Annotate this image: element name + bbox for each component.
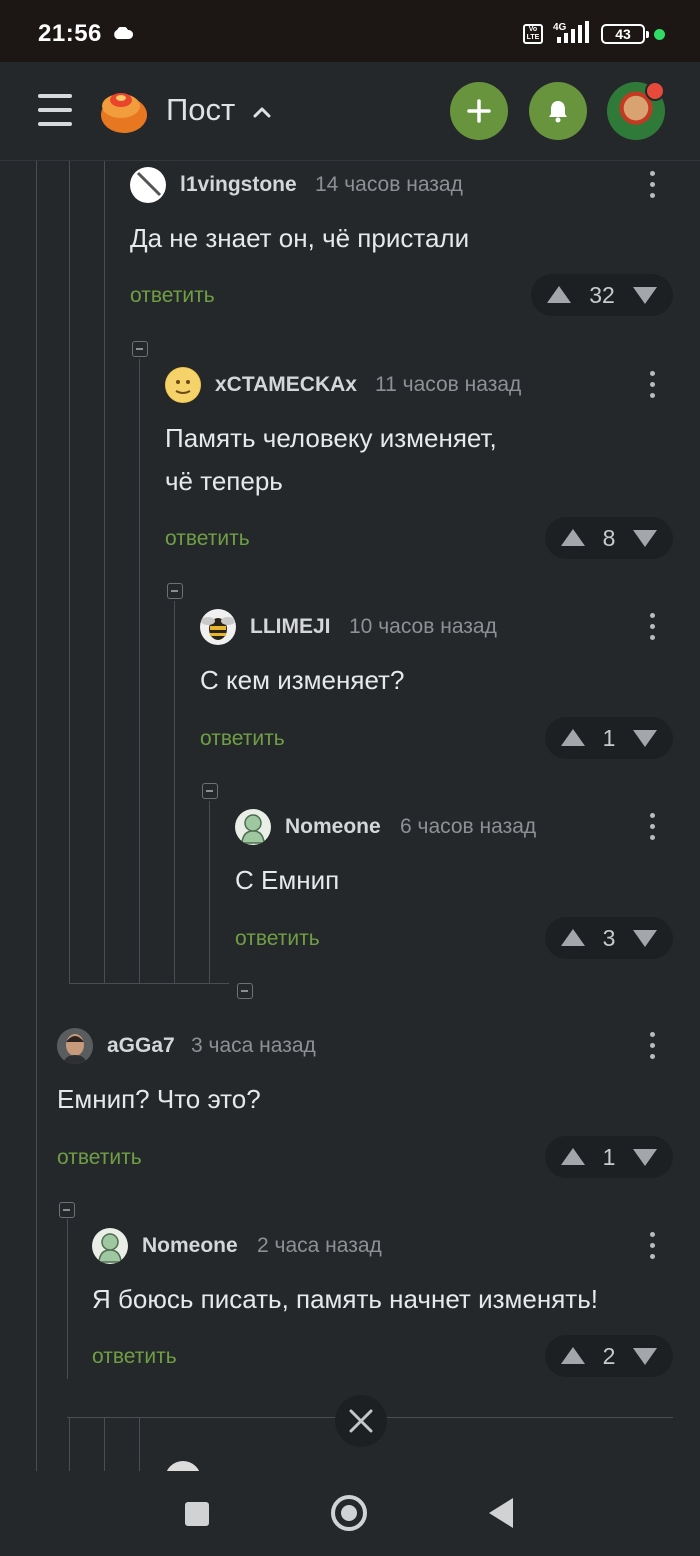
- add-post-button[interactable]: [450, 82, 508, 140]
- downvote-icon[interactable]: [633, 930, 657, 947]
- more-options-icon[interactable]: [648, 813, 656, 843]
- home-icon[interactable]: [331, 1495, 367, 1531]
- comment-text: Емнип? Что это?: [57, 1084, 261, 1114]
- downvote-icon[interactable]: [633, 287, 657, 304]
- avatar[interactable]: [165, 1461, 201, 1471]
- close-thread-button[interactable]: [335, 1395, 387, 1447]
- comment-username[interactable]: Nomeone: [285, 815, 381, 839]
- volte-icon: Vo LTE: [523, 24, 543, 44]
- comment-text: С кем изменяет?: [200, 665, 405, 695]
- collapse-toggle[interactable]: [167, 583, 183, 599]
- downvote-icon[interactable]: [633, 530, 657, 547]
- thread-line: [69, 983, 229, 984]
- comments-thread: l1vingstone 14 часов назад Да не знает о…: [0, 161, 700, 1471]
- close-icon: [349, 1409, 373, 1433]
- comment-time: 10 часов назад: [349, 615, 497, 638]
- back-icon[interactable]: [489, 1498, 513, 1528]
- comment-text: Я боюсь писать, память начнет изменять!: [92, 1284, 598, 1314]
- comment-username[interactable]: LLIMEJI: [250, 615, 331, 639]
- comment-text: Да не знает он, чё пристали: [130, 223, 470, 253]
- pikabu-logo[interactable]: [97, 86, 149, 136]
- vote-widget: 1: [545, 717, 673, 759]
- vote-widget: 32: [531, 274, 673, 316]
- comment-time: 6 часов назад: [400, 815, 537, 838]
- collapse-toggle[interactable]: [59, 1202, 75, 1218]
- downvote-icon[interactable]: [633, 1149, 657, 1166]
- vote-widget: 2: [545, 1335, 673, 1377]
- comment-text: С Емнип: [235, 865, 340, 895]
- avatar[interactable]: [165, 367, 201, 403]
- comment-time: 14 часов назад: [315, 173, 463, 196]
- recent-apps-icon[interactable]: [185, 1502, 209, 1526]
- chevron-up-icon[interactable]: [250, 100, 274, 124]
- avatar[interactable]: [57, 1028, 93, 1064]
- collapse-toggle[interactable]: [237, 983, 253, 999]
- thread-line: [69, 161, 70, 983]
- reply-link[interactable]: ответить: [235, 927, 320, 951]
- downvote-icon[interactable]: [633, 1348, 657, 1365]
- thread-line: [209, 801, 210, 983]
- thread-line: [104, 1417, 105, 1471]
- more-options-icon[interactable]: [648, 371, 656, 401]
- downvote-icon[interactable]: [633, 730, 657, 747]
- more-options-icon[interactable]: [648, 613, 656, 643]
- comment-time: 11 часов назад: [375, 373, 522, 396]
- collapse-toggle[interactable]: [202, 783, 218, 799]
- comment-text: чё теперь: [165, 466, 283, 496]
- thread-line: [67, 1219, 68, 1379]
- vote-widget: 8: [545, 517, 673, 559]
- plus-icon: [467, 99, 491, 123]
- notifications-button[interactable]: [529, 82, 587, 140]
- more-options-icon[interactable]: [648, 171, 656, 201]
- privacy-indicator-dot: [654, 29, 665, 40]
- status-time: 21:56: [38, 20, 102, 47]
- cloud-icon: [114, 27, 134, 39]
- reply-link[interactable]: ответить: [57, 1146, 142, 1170]
- comment-username[interactable]: l1vingstone: [180, 173, 297, 197]
- reply-link[interactable]: ответить: [92, 1345, 177, 1369]
- reply-link[interactable]: ответить: [200, 727, 285, 751]
- avatar[interactable]: [130, 167, 166, 203]
- more-options-icon[interactable]: [648, 1032, 656, 1062]
- page-title[interactable]: Пост: [166, 92, 235, 128]
- thread-line: [104, 161, 105, 983]
- more-options-icon[interactable]: [648, 1232, 656, 1262]
- app-header: Пост: [0, 62, 700, 161]
- avatar[interactable]: [92, 1228, 128, 1264]
- collapse-toggle[interactable]: [132, 341, 148, 357]
- system-status-bar: 21:56 Vo LTE 4G 43: [0, 0, 700, 62]
- avatar[interactable]: [200, 609, 236, 645]
- comment-username[interactable]: aGGa7: [107, 1034, 175, 1058]
- notification-badge: [645, 81, 665, 101]
- system-navigation-bar: [0, 1471, 700, 1556]
- comment-time: 3 часа назад: [191, 1034, 316, 1057]
- menu-icon[interactable]: [38, 94, 72, 126]
- svg-text:4G: 4G: [553, 22, 567, 33]
- signal-4g-icon: 4G: [553, 21, 589, 43]
- comment-username[interactable]: Nomeone: [142, 1234, 238, 1258]
- vote-widget: 1: [545, 1136, 673, 1178]
- comment-time: 2 часа назад: [257, 1234, 382, 1257]
- comment-text: Память человеку изменяет,: [165, 423, 497, 453]
- thread-line: [69, 1417, 70, 1471]
- battery-icon: 43: [601, 24, 649, 44]
- thread-line: [139, 1417, 140, 1471]
- thread-line: [36, 161, 37, 1471]
- bell-icon: [549, 101, 567, 123]
- thread-line: [139, 359, 140, 983]
- reply-link[interactable]: ответить: [165, 527, 250, 551]
- comment-username[interactable]: xCTAMECKAx: [215, 373, 357, 397]
- thread-line: [174, 601, 175, 983]
- reply-link[interactable]: ответить: [130, 284, 215, 308]
- vote-widget: 3: [545, 917, 673, 959]
- avatar[interactable]: [235, 809, 271, 845]
